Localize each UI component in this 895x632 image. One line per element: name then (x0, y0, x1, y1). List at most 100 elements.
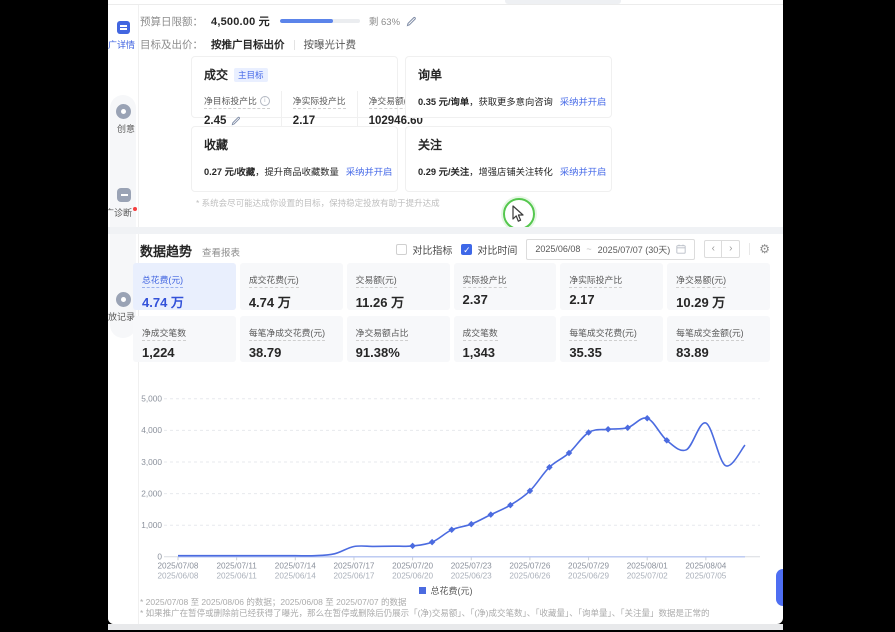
settings-gear-icon[interactable]: ⚙ (759, 243, 770, 255)
goal-metric-label: 净实际投产比 (293, 94, 346, 109)
budget-edit-icon[interactable] (406, 16, 417, 27)
goal-price-text: 0.35 元/询单 (418, 97, 469, 107)
budget-value: 4,500.00 元 (211, 13, 270, 29)
metric-card-4[interactable]: 净实际投产比2.170.00 (560, 263, 663, 310)
icon-glyph (121, 297, 126, 302)
goal-metric: 净实际投产比2.17 (281, 91, 357, 127)
y-tick-label: 5,000 (141, 394, 162, 404)
diagnosis-icon[interactable] (117, 188, 131, 202)
x-tick-label-compare: 2025/06/29 (568, 572, 609, 581)
trend-metric-cards: 总花费(元)4.74 万0.00成交花费(元)4.74 万0.00交易额(元)1… (133, 263, 770, 362)
compare-metric-checkbox[interactable]: 对比指标 (396, 242, 452, 257)
date-range-picker[interactable]: 2025/06/08 ~ 2025/07/07 (30天) (526, 239, 695, 260)
tab-bid-by-goal[interactable]: 按推广目标出价 (211, 37, 285, 52)
goal-card-title: 收藏 (204, 136, 385, 153)
compare-time-checkbox[interactable]: ✓ 对比时间 (461, 242, 517, 257)
metric-card-1[interactable]: 成交花费(元)4.74 万0.00 (240, 263, 343, 310)
metric-card-value: 1,343 (463, 345, 548, 360)
tab-bid-by-impression[interactable]: 按曝光计费 (304, 37, 357, 52)
y-tick-label: 1,000 (141, 520, 162, 530)
x-tick-label-compare: 2025/06/23 (451, 572, 492, 581)
goal-card-title-text: 关注 (418, 136, 442, 153)
metric-card-value: 1,224 (142, 345, 227, 360)
metric-card-label: 成交笔数 (463, 326, 498, 341)
metric-card-7[interactable]: 每笔净成交花费(元)38.790.00 (240, 316, 343, 362)
sidebar-item-label[interactable]: 广详情 (108, 38, 135, 51)
info-icon[interactable]: i (260, 96, 270, 106)
view-report-link[interactable]: 查看报表 (202, 245, 240, 259)
x-tick-label-compare: 2025/06/26 (509, 572, 550, 581)
y-tick-label: 4,000 (141, 425, 162, 435)
goal-desc-text: ，增强店铺关注转化 (469, 167, 553, 177)
budget-remaining: 剩 63% (369, 14, 400, 28)
date-start: 2025/06/08 (535, 244, 580, 254)
goal-card-3[interactable]: 关注0.29 元/关注，增强店铺关注转化采纳并开启 (405, 126, 612, 192)
x-tick-label-current: 2025/07/14 (275, 562, 316, 571)
metric-card-2[interactable]: 交易额(元)11.26 万0.00 (347, 263, 450, 310)
x-tick-label-compare: 2025/07/05 (685, 572, 726, 581)
y-tick-label: 0 (157, 552, 162, 562)
adopt-and-enable-link[interactable]: 采纳并开启 (346, 167, 393, 177)
goal-card-1[interactable]: 询单 0.35 元/询单，获取更多意向咨询采纳并开启 (405, 56, 612, 118)
icon-glyph (121, 109, 126, 114)
metric-card-9[interactable]: 成交笔数1,3430 (454, 316, 557, 362)
data-point-marker (488, 511, 495, 518)
edit-value-icon[interactable] (231, 116, 241, 126)
goal-metric: 净目标投产比i2.45 (204, 91, 281, 127)
metric-card-label: 净交易额(元) (676, 273, 726, 288)
adopt-and-enable-link[interactable]: 采纳并开启 (560, 97, 607, 107)
x-tick-label-compare: 2025/06/08 (158, 572, 199, 581)
notification-dot (133, 207, 137, 211)
x-tick-label-current: 2025/08/01 (627, 562, 668, 571)
calendar-icon (676, 244, 686, 254)
x-tick-label-current: 2025/07/08 (158, 562, 199, 571)
metric-card-value: 2.17 (569, 292, 654, 307)
campaign-detail-icon[interactable] (117, 21, 130, 34)
checkbox-icon[interactable] (396, 244, 407, 255)
y-tick-label: 2,000 (141, 488, 162, 498)
metric-card-label: 交易额(元) (356, 273, 397, 288)
metric-card-value: 11.26 万 (356, 292, 441, 310)
window-bottom-strip (108, 624, 783, 630)
sidebar-item-label[interactable]: 放记录 (108, 310, 135, 323)
adopt-and-enable-link[interactable]: 采纳并开启 (560, 167, 607, 177)
goal-desc-text: ，获取更多意向咨询 (469, 97, 553, 107)
goal-card-0[interactable]: 成交主目标净目标投产比i2.45净实际投产比2.17净交易额(元)102946.… (191, 56, 398, 118)
data-point-marker (624, 424, 631, 431)
goal-card-title-text: 询单 (418, 66, 442, 83)
budget-row: 预算日限额： 4,500.00 元 剩 63% (140, 13, 417, 29)
prev-period-button[interactable]: ‹ (704, 240, 722, 258)
trend-title: 数据趋势 (140, 241, 192, 260)
metric-card-label: 净成交笔数 (142, 326, 186, 341)
legend-label: 总花费(元) (431, 584, 473, 597)
metric-card-0[interactable]: 总花费(元)4.74 万0.00 (133, 263, 236, 310)
budget-progress-fill (280, 19, 333, 23)
metric-card-value: 4.74 万 (142, 292, 227, 310)
goal-card-title: 关注 (418, 136, 599, 153)
app-window: 广详情创意广诊断放记录 预算日限额： 4,500.00 元 剩 63% 目标及出… (0, 0, 895, 632)
metric-card-11[interactable]: 每笔成交金额(元)83.890.00 (667, 316, 770, 362)
goal-metric-label-text: 净实际投产比 (293, 94, 346, 107)
metric-card-value: 83.89 (676, 345, 761, 360)
metric-card-8[interactable]: 净交易额占比91.38%0.00% (347, 316, 450, 362)
y-tick-label: 3,000 (141, 457, 162, 467)
metric-card-3[interactable]: 实际投产比2.370.00 (454, 263, 557, 310)
metric-card-10[interactable]: 每笔成交花费(元)35.350.00 (560, 316, 663, 362)
metric-card-5[interactable]: 净交易额(元)10.29 万0.00 (667, 263, 770, 310)
creative-icon[interactable] (116, 104, 131, 119)
sidebar-item-label[interactable]: 广诊断 (108, 206, 132, 219)
sidebar-item-label[interactable]: 创意 (117, 122, 135, 135)
primary-goal-badge: 主目标 (234, 68, 268, 82)
goal-metric-label-text: 净目标投产比 (204, 94, 257, 107)
metric-card-label: 每笔成交花费(元) (569, 326, 636, 341)
chart-footnote-paused: * 如果推广在暂停或删除前已经获得了曝光，那么在暂停或删除后仍展示「(净)交易额… (140, 607, 710, 619)
floating-side-button[interactable] (776, 569, 783, 606)
next-period-button[interactable]: › (722, 240, 740, 258)
goal-card-description: 0.35 元/询单，获取更多意向咨询采纳并开启 (418, 94, 599, 108)
goal-card-2[interactable]: 收藏0.27 元/收藏，提升商品收藏数量采纳并开启 (191, 126, 398, 192)
checkbox-icon[interactable]: ✓ (461, 244, 472, 255)
history-icon[interactable] (116, 292, 131, 307)
metric-card-6[interactable]: 净成交笔数1,2240 (133, 316, 236, 362)
metric-card-value: 2.37 (463, 292, 548, 307)
metric-card-label: 总花费(元) (142, 273, 183, 288)
